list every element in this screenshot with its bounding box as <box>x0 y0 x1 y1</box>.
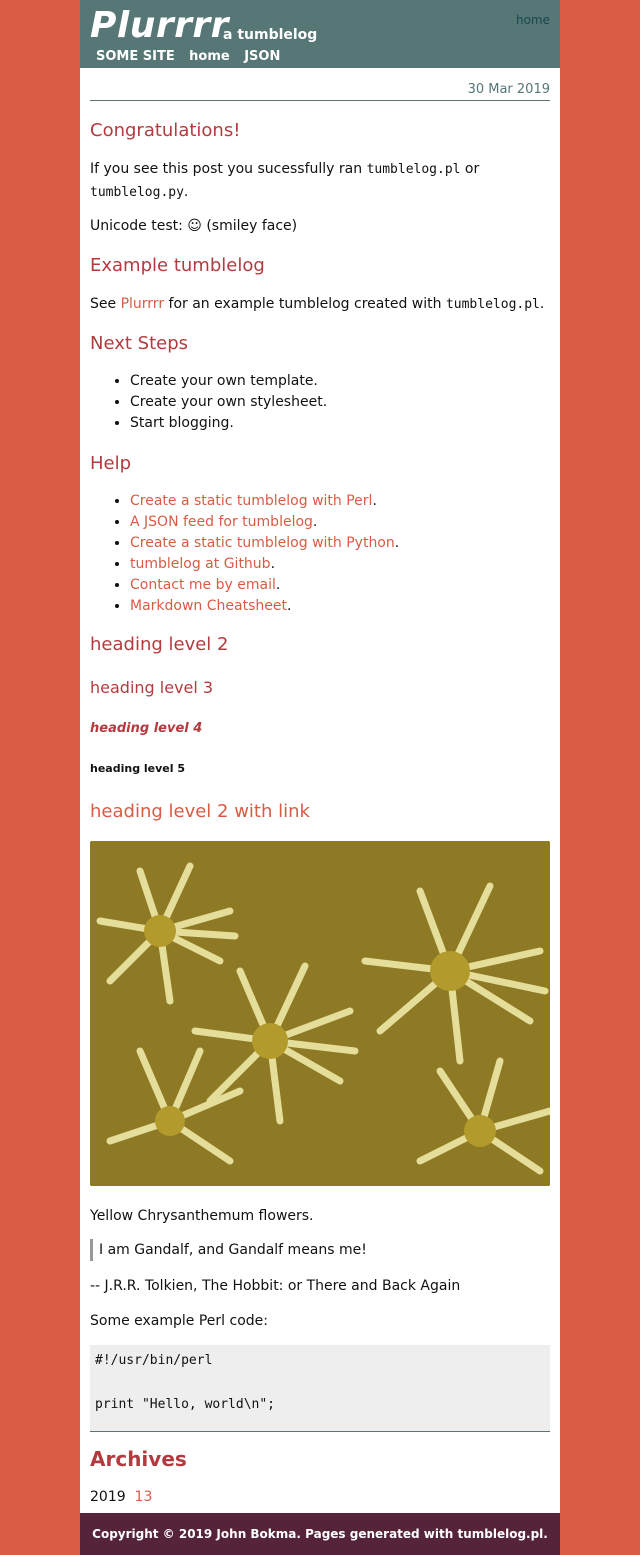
post-date[interactable]: 30 Mar 2019 <box>468 82 550 97</box>
heading-level-5: heading level 5 <box>90 762 186 775</box>
help-list: Create a static tumblelog with Perl. A J… <box>90 491 590 617</box>
heading-next-steps: Next Steps <box>90 333 189 354</box>
code-intro: Some example Perl code: <box>90 1313 268 1329</box>
nav-home[interactable]: home <box>189 49 230 64</box>
home-link[interactable]: home <box>516 13 550 27</box>
list-item: Create a static tumblelog with Python. <box>130 533 590 554</box>
help-link-perl[interactable]: Create a static tumblelog with Perl <box>130 493 372 509</box>
archives-row: 2019 13 <box>90 1486 152 1508</box>
list-item: Create your own template. <box>130 371 590 392</box>
help-link-markdown[interactable]: Markdown Cheatsheet <box>130 598 287 614</box>
heading-link[interactable]: heading level 2 with link <box>90 801 310 822</box>
list-item: Create your own stylesheet. <box>130 392 590 413</box>
main-nav: SOME SITE home JSON <box>96 48 290 64</box>
code-tumblelog-py: tumblelog.py <box>90 185 184 200</box>
date-divider <box>90 100 550 101</box>
code-line-shebang: #!/usr/bin/perl <box>95 1353 213 1368</box>
list-item: Create a static tumblelog with Perl. <box>130 491 590 512</box>
plurrrr-link[interactable]: Plurrrr <box>121 296 165 312</box>
example-text-start: See <box>90 296 121 312</box>
site-footer: Copyright © 2019 John Bokma. Pages gener… <box>80 1513 560 1555</box>
nav-json[interactable]: JSON <box>244 49 280 64</box>
site-logo[interactable]: Plurrrr <box>90 4 229 48</box>
help-link-json-feed[interactable]: A JSON feed for tumblelog <box>130 514 313 530</box>
nav-some-site[interactable]: SOME SITE <box>96 49 175 64</box>
intro-text-end: . <box>183 184 189 200</box>
help-link-email[interactable]: Contact me by email <box>130 577 276 593</box>
heading-level-2-link: heading level 2 with link <box>90 801 550 822</box>
code-block: #!/usr/bin/perl print "Hello, world\n"; <box>90 1345 550 1431</box>
site-tagline: a tumblelog <box>223 27 318 43</box>
site-header: Plurrrr a tumblelog home SOME SITE home … <box>80 0 560 68</box>
blockquote: I am Gandalf, and Gandalf means me! <box>90 1239 367 1261</box>
archives-title: Archives <box>90 1447 187 1471</box>
code-line-print: print "Hello, world\n"; <box>95 1397 276 1412</box>
example-text-end: . <box>539 296 545 312</box>
archives-week-link[interactable]: 13 <box>135 1489 153 1505</box>
intro-text-start: If you see this post you sucessfully ran <box>90 161 367 177</box>
heading-example-tumblelog: Example tumblelog <box>90 255 265 276</box>
list-item: A JSON feed for tumblelog. <box>130 512 590 533</box>
chrysanthemum-photo <box>90 841 550 1186</box>
heading-help: Help <box>90 453 132 474</box>
intro-text-mid: or <box>460 161 480 177</box>
unicode-test: Unicode test: ☺ (smiley face) <box>90 218 298 234</box>
next-steps-list: Create your own template. Create your ow… <box>90 371 590 434</box>
help-link-github[interactable]: tumblelog at Github <box>130 556 271 572</box>
flower-illustration <box>90 841 550 1186</box>
list-item: Start blogging. <box>130 413 590 434</box>
heading-level-3: heading level 3 <box>90 678 214 697</box>
help-link-python[interactable]: Create a static tumblelog with Python <box>130 535 395 551</box>
page-container: Plurrrr a tumblelog home SOME SITE home … <box>80 0 560 1555</box>
heading-level-2: heading level 2 <box>90 634 229 655</box>
photo-caption: Yellow Chrysanthemum flowers. <box>90 1208 314 1224</box>
code-tumblelog-pl: tumblelog.pl <box>366 162 461 177</box>
heading-congratulations: Congratulations! <box>90 120 241 141</box>
quote-attribution: -- J.R.R. Tolkien, The Hobbit: or There … <box>90 1278 461 1294</box>
heading-level-4: heading level 4 <box>90 721 203 736</box>
code-tumblelog-pl-2: tumblelog.pl <box>445 297 540 312</box>
archives-divider <box>90 1431 550 1432</box>
list-item: tumblelog at Github. <box>130 554 590 575</box>
archives-year: 2019 <box>90 1489 126 1505</box>
list-item: Contact me by email. <box>130 575 590 596</box>
example-text-mid: for an example tumblelog created with <box>164 296 446 312</box>
list-item: Markdown Cheatsheet. <box>130 596 590 617</box>
intro-paragraph: If you see this post you sucessfully ran… <box>90 158 550 204</box>
example-paragraph: See Plurrrr for an example tumblelog cre… <box>90 293 550 316</box>
